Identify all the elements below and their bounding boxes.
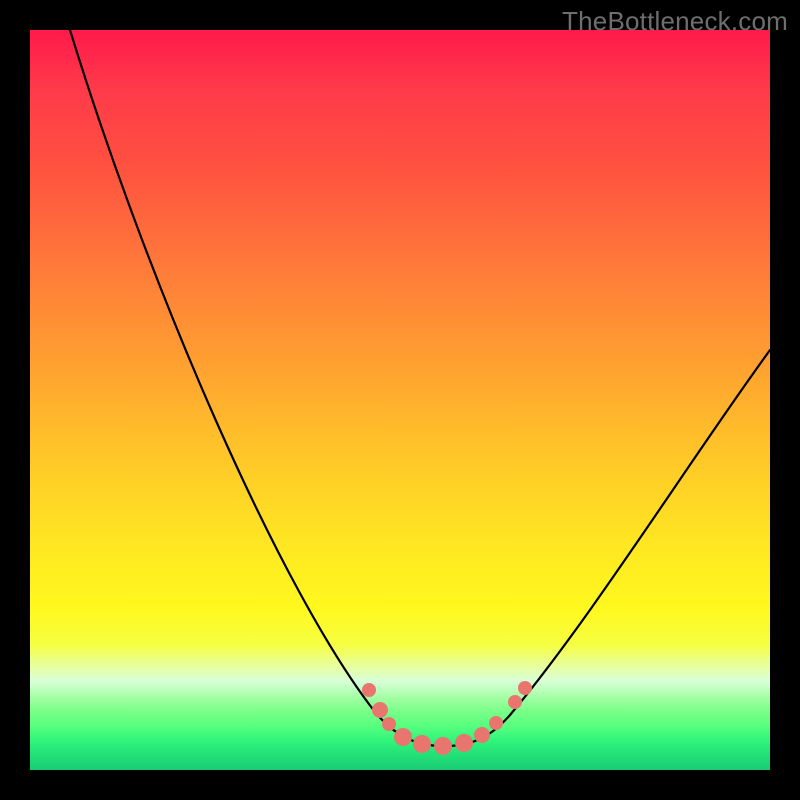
plot-area bbox=[30, 30, 770, 770]
curve-marker bbox=[518, 681, 532, 695]
chart-frame: TheBottleneck.com bbox=[0, 0, 800, 800]
curve-layer bbox=[30, 30, 770, 770]
curve-marker bbox=[489, 716, 503, 730]
curve-marker bbox=[455, 734, 473, 752]
curve-marker bbox=[474, 727, 490, 743]
curve-marker bbox=[382, 717, 396, 731]
curve-marker bbox=[372, 702, 388, 718]
curve-marker bbox=[362, 683, 376, 697]
watermark-text: TheBottleneck.com bbox=[562, 6, 788, 37]
curve-marker bbox=[413, 735, 431, 753]
curve-marker bbox=[394, 728, 412, 746]
curve-marker bbox=[434, 737, 452, 755]
bottleneck-curve bbox=[70, 30, 770, 746]
curve-marker bbox=[508, 695, 522, 709]
